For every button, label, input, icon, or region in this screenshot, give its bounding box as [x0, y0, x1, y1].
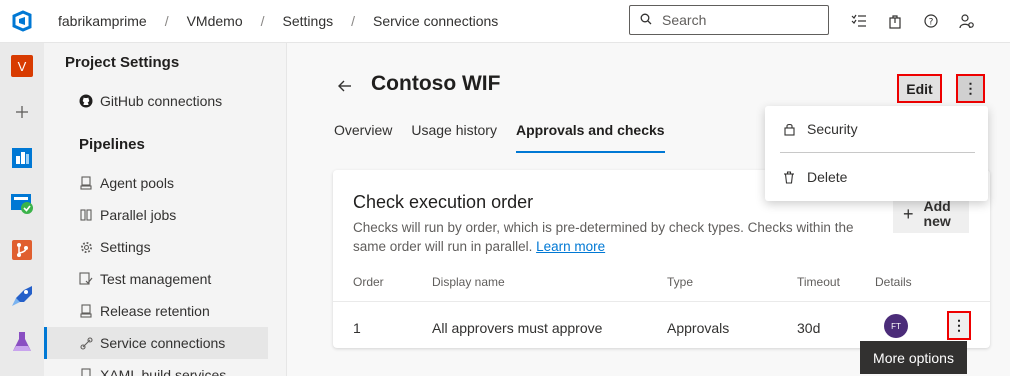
pipelines-check-icon[interactable]	[0, 181, 44, 227]
service-connections-icon	[78, 336, 94, 350]
lock-icon	[781, 123, 797, 136]
sidebar-item-label: GitHub connections	[100, 93, 223, 109]
breadcrumb-separator: /	[351, 13, 355, 29]
menu-item-label: Security	[807, 121, 858, 137]
parallel-jobs-icon	[78, 209, 94, 221]
card-title: Check execution order	[353, 192, 534, 212]
breadcrumb-service-connections[interactable]: Service connections	[371, 13, 500, 29]
pipelines-icon[interactable]	[0, 273, 44, 319]
settings-sidebar: Project Settings GitHub connections Pipe…	[44, 43, 325, 376]
menu-divider	[780, 152, 975, 153]
search-placeholder: Search	[662, 12, 707, 28]
column-header-details: Details	[875, 275, 912, 289]
sidebar-item-xaml-build-services[interactable]: XAML build services	[78, 360, 226, 376]
cell-type: Approvals	[667, 320, 730, 336]
boards-icon[interactable]	[0, 135, 44, 181]
agent-pools-icon	[78, 176, 94, 190]
edit-button[interactable]: Edit	[897, 74, 942, 103]
add-new-label: Add new	[923, 198, 951, 229]
menu-item-label: Delete	[807, 169, 848, 185]
add-icon[interactable]	[0, 89, 44, 135]
project-settings-heading: Project Settings	[65, 54, 180, 71]
search-icon	[640, 12, 652, 28]
sidebar-item-label: XAML build services	[100, 367, 227, 376]
top-bar: fabrikamprime / VMdemo / Settings / Serv…	[0, 0, 1010, 43]
azure-devops-logo-icon[interactable]	[0, 0, 44, 43]
menu-item-security[interactable]: Security	[781, 117, 858, 141]
breadcrumb-separator: /	[164, 13, 169, 29]
sidebar-item-parallel-jobs[interactable]: Parallel jobs	[78, 200, 176, 230]
table-divider	[333, 301, 990, 302]
row-more-options-button[interactable]: ⋮	[947, 311, 971, 340]
project-avatar[interactable]: V	[0, 43, 44, 89]
test-plans-icon[interactable]	[0, 319, 44, 365]
release-retention-icon	[78, 304, 94, 318]
search-input[interactable]: Search	[629, 5, 829, 35]
tab-usage-history[interactable]: Usage history	[411, 122, 497, 152]
breadcrumb-separator: /	[260, 13, 265, 29]
card-description: Checks will run by order, which is pre-d…	[353, 218, 863, 256]
navigation-rail: V	[0, 43, 44, 376]
sidebar-item-label: Parallel jobs	[100, 207, 177, 223]
sidebar-item-settings[interactable]: Settings	[78, 232, 151, 262]
plus-icon: +	[903, 203, 914, 224]
tab-approvals-and-checks[interactable]: Approvals and checks	[515, 122, 665, 153]
xaml-build-icon	[78, 368, 94, 376]
page-title: Contoso WIF	[371, 72, 501, 95]
breadcrumb-settings[interactable]: Settings	[281, 13, 336, 29]
more-options-tooltip: More options	[860, 341, 967, 374]
project-initial: V	[11, 55, 33, 77]
sidebar-item-release-retention[interactable]: Release retention	[78, 296, 210, 326]
github-icon	[78, 94, 94, 108]
sidebar-item-label: Settings	[100, 239, 151, 255]
breadcrumb-project[interactable]: VMdemo	[185, 13, 245, 29]
column-header-timeout: Timeout	[797, 275, 840, 289]
cell-display-name[interactable]: All approvers must approve	[432, 320, 602, 336]
main-content: Contoso WIF Edit ⋮ Overview Usage histor…	[288, 43, 1010, 376]
svg-text:?: ?	[929, 18, 934, 28]
shopping-bag-icon[interactable]	[882, 9, 908, 33]
learn-more-link[interactable]: Learn more	[536, 239, 605, 254]
breadcrumb-organization[interactable]: fabrikamprime	[56, 13, 149, 29]
task-list-icon[interactable]	[846, 9, 872, 33]
pipelines-section-heading: Pipelines	[79, 136, 145, 153]
column-header-display-name: Display name	[432, 275, 505, 289]
sidebar-item-label: Test management	[100, 271, 212, 287]
column-header-type: Type	[667, 275, 694, 289]
tab-overview[interactable]: Overview	[334, 122, 392, 152]
avatar: FT	[884, 314, 908, 338]
trash-icon	[781, 170, 797, 184]
help-icon[interactable]: ?	[918, 9, 944, 33]
cell-timeout: 30d	[797, 320, 821, 336]
column-header-order: Order	[353, 275, 384, 289]
tab-bar: Overview Usage history Approvals and che…	[334, 122, 684, 153]
sidebar-item-github-connections[interactable]: GitHub connections	[78, 86, 222, 116]
sidebar-item-label: Agent pools	[100, 175, 174, 191]
repos-icon[interactable]	[0, 227, 44, 273]
gear-icon	[78, 241, 94, 254]
sidebar-item-label: Service connections	[100, 335, 226, 351]
user-settings-icon[interactable]	[954, 9, 980, 33]
test-management-icon	[78, 272, 94, 286]
cell-order: 1	[353, 320, 361, 336]
sidebar-item-service-connections[interactable]: Service connections	[78, 328, 225, 358]
sidebar-item-agent-pools[interactable]: Agent pools	[78, 168, 174, 198]
sidebar-item-test-management[interactable]: Test management	[78, 264, 211, 294]
more-options-button[interactable]: ⋮	[956, 74, 985, 103]
breadcrumb: fabrikamprime / VMdemo / Settings / Serv…	[56, 13, 500, 29]
back-arrow-icon[interactable]	[338, 76, 352, 97]
sidebar-item-label: Release retention	[100, 303, 210, 319]
menu-item-delete[interactable]: Delete	[781, 165, 847, 189]
more-options-menu: Security Delete	[765, 106, 988, 201]
